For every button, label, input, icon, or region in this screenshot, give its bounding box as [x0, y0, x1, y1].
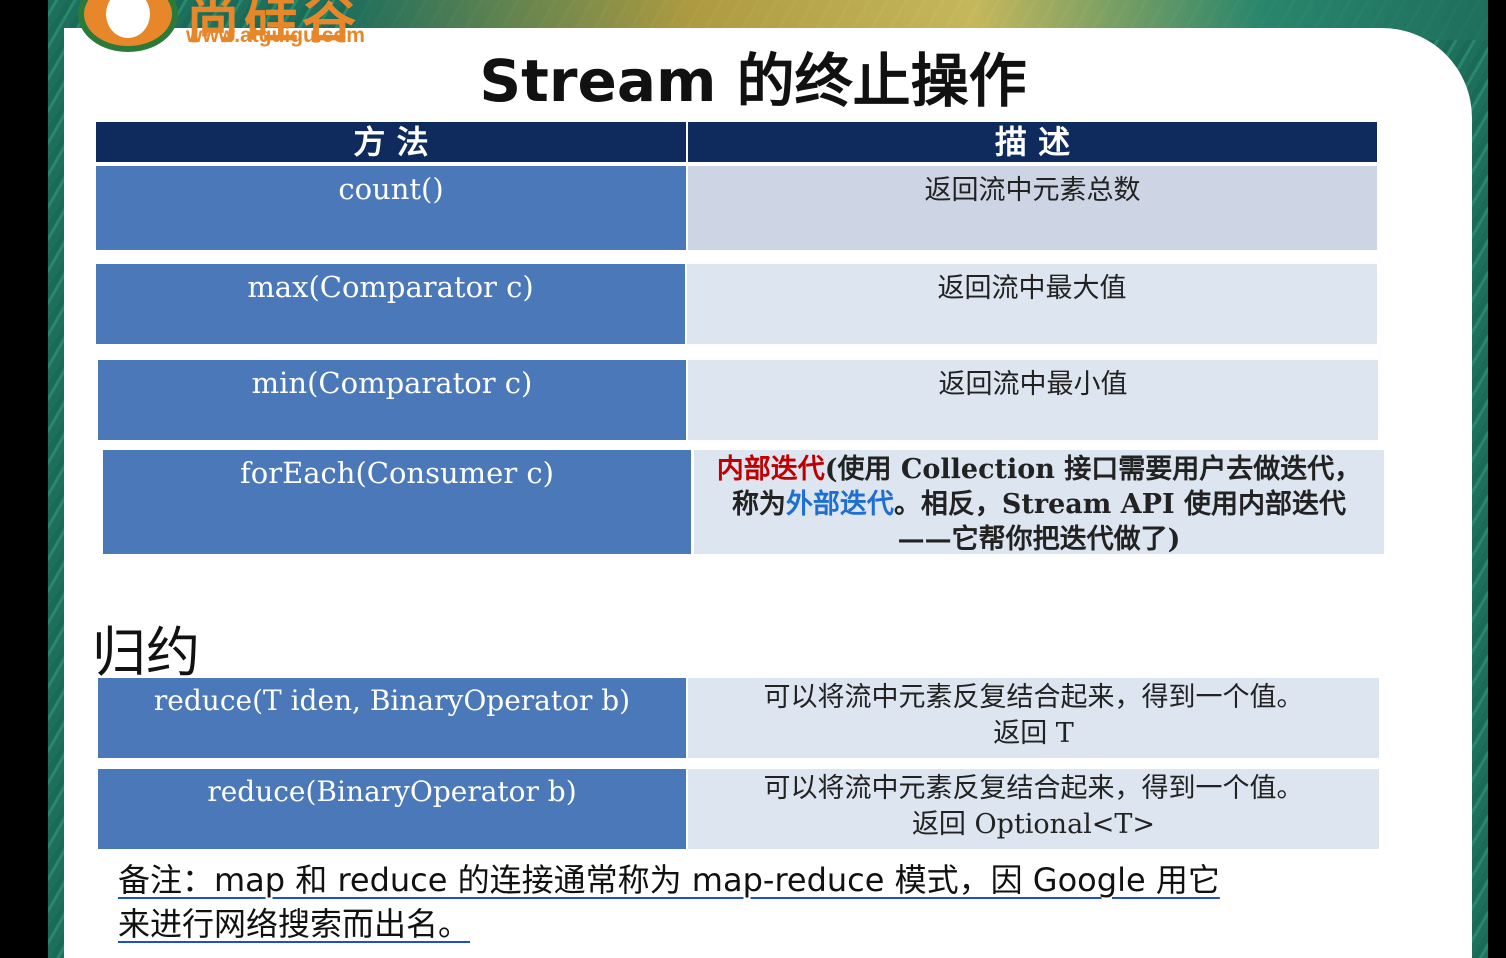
- screen-border-left: [0, 0, 48, 958]
- method-cell: count(): [96, 166, 686, 250]
- description-cell: 返回流中最大值: [687, 264, 1377, 344]
- external-iteration-text: 外部迭代: [785, 489, 894, 520]
- header-description: 描 述: [688, 122, 1377, 162]
- description-line: 返回 T: [993, 718, 1074, 749]
- page-title: Stream 的终止操作: [479, 47, 1027, 115]
- method-cell: reduce(BinaryOperator b): [98, 769, 686, 849]
- footnote-line: 来进行网络搜索而出名。: [118, 905, 471, 943]
- description-cell: 可以将流中元素反复结合起来，得到一个值。 返回 T: [688, 678, 1379, 758]
- method-cell: min(Comparator c): [98, 360, 686, 440]
- description-line: 返回 Optional<T>: [911, 809, 1156, 840]
- description-line: 可以将流中元素反复结合起来，得到一个值。: [763, 682, 1304, 713]
- description-line: 可以将流中元素反复结合起来，得到一个值。: [763, 773, 1304, 804]
- screen-border-right: [1488, 0, 1506, 958]
- method-cell: forEach(Consumer c): [103, 450, 691, 554]
- description-cell: 返回流中元素总数: [688, 166, 1377, 250]
- description-cell: 可以将流中元素反复结合起来，得到一个值。 返回 Optional<T>: [688, 769, 1379, 849]
- internal-iteration-text: 内部迭代: [716, 454, 825, 485]
- method-cell: reduce(T iden, BinaryOperator b): [98, 678, 686, 758]
- method-cell: max(Comparator c): [96, 264, 685, 344]
- footnote-line: 备注：map 和 reduce 的连接通常称为 map-reduce 模式，因 …: [118, 861, 1220, 899]
- description-text: 。相反，Stream API 使用内部迭代——它帮你把迭代做了): [893, 489, 1347, 555]
- section-title: 归约: [92, 621, 200, 684]
- description-cell: 内部迭代(使用 Collection 接口需要用户去做迭代，称为外部迭代。相反，…: [694, 450, 1384, 555]
- header-method: 方 法: [96, 122, 686, 162]
- footnote: 备注：map 和 reduce 的连接通常称为 map-reduce 模式，因 …: [118, 858, 1318, 946]
- description-cell: 返回流中最小值: [688, 360, 1378, 440]
